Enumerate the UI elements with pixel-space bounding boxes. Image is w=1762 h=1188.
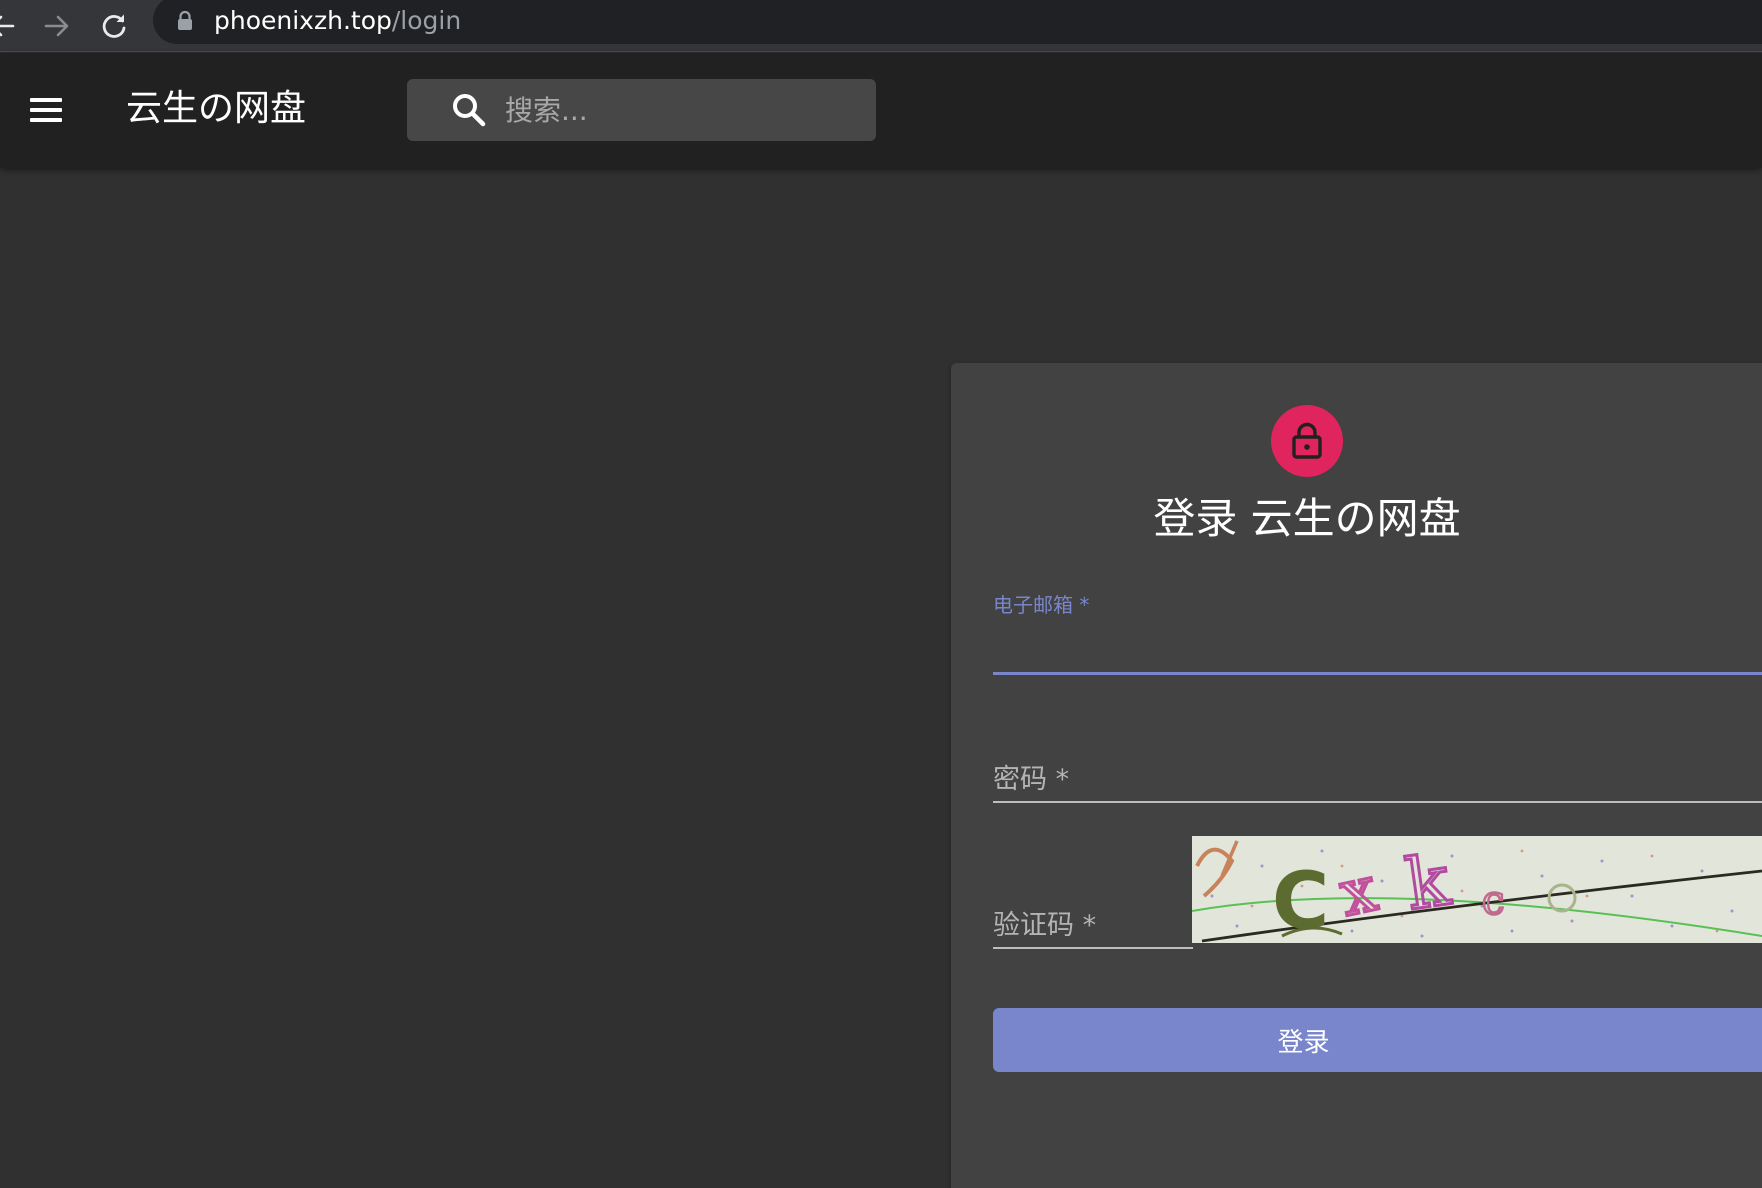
captcha-input[interactable]: [993, 895, 1193, 945]
search-input[interactable]: [505, 79, 865, 141]
app-bar: 云生の网盘: [0, 53, 1762, 168]
captcha-graphic: C x k c: [1192, 836, 1762, 943]
email-label: 电子邮箱 *: [993, 593, 1090, 617]
search-icon: [453, 94, 486, 127]
forward-arrow-icon: [44, 15, 69, 37]
browser-toolbar: phoenixzh.top/login: [0, 0, 1762, 52]
lock-icon: [178, 10, 192, 30]
captcha-field[interactable]: 验证码 *: [993, 889, 1193, 951]
search-box[interactable]: [407, 79, 876, 141]
app-title[interactable]: 云生の网盘: [126, 85, 306, 133]
password-underline: [993, 801, 1762, 803]
password-field[interactable]: 密码 *: [993, 743, 1762, 805]
forward-button[interactable]: [37, 6, 77, 46]
url-text[interactable]: phoenixzh.top/login: [214, 5, 461, 37]
back-button[interactable]: [0, 6, 22, 46]
email-underline: [993, 672, 1762, 675]
svg-text:c: c: [1482, 878, 1504, 924]
captcha-underline: [993, 947, 1193, 949]
url-path: /login: [391, 6, 462, 35]
captcha-image[interactable]: C x k c: [1192, 836, 1762, 943]
url-domain: phoenixzh.top: [214, 6, 392, 35]
login-card: 登录 云生の网盘 电子邮箱 * 密码 * 验证码 * C x k c 登录: [951, 363, 1762, 1188]
menu-button[interactable]: [24, 88, 68, 132]
reload-icon: [102, 14, 126, 38]
password-input[interactable]: [993, 749, 1762, 799]
back-arrow-icon: [0, 15, 15, 37]
login-title: 登录 云生の网盘: [1153, 494, 1461, 543]
login-button[interactable]: 登录: [993, 1008, 1762, 1072]
login-button-label: 登录: [1277, 1027, 1330, 1058]
email-field[interactable]: 电子邮箱 *: [993, 589, 1762, 679]
email-input[interactable]: [993, 623, 1762, 671]
reload-button[interactable]: [94, 6, 134, 46]
login-avatar: [1271, 405, 1343, 477]
lock-outline-icon: [1292, 422, 1322, 459]
